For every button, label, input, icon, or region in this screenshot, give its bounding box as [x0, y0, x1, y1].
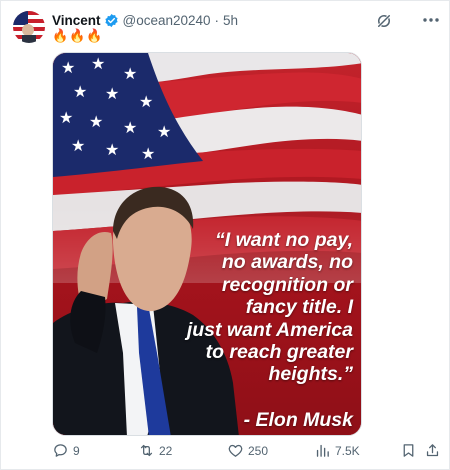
share-icon	[426, 444, 439, 457]
quote-line: recognition or	[221, 273, 353, 296]
quote-line: to reach greater	[205, 341, 353, 364]
svg-text:★: ★	[141, 144, 155, 163]
reply-icon	[54, 444, 67, 457]
quote-line: no awards, no	[221, 251, 353, 274]
repost-icon	[140, 444, 153, 457]
repost-count: 22	[159, 443, 173, 458]
author-handle[interactable]: @ocean20240	[123, 13, 211, 28]
quote-attribution: - Elon Musk	[243, 409, 353, 431]
grok-icon[interactable]	[375, 12, 393, 30]
quote-line: heights.”	[268, 363, 353, 386]
author-name[interactable]: Vincent	[52, 13, 101, 28]
svg-text:★: ★	[73, 82, 87, 101]
verified-badge-icon	[104, 13, 119, 28]
post-image[interactable]: ★ ★ ★ ★ ★ ★ ★ ★ ★ ★ ★ ★ ★ “I want no pay…	[52, 52, 362, 436]
quote-line: fancy title. I	[245, 296, 353, 319]
action-bar: 9 22 250 7.5K	[52, 442, 442, 464]
post-header: Vincent @ocean20240 · 5h	[52, 10, 238, 30]
post-card: Vincent @ocean20240 · 5h 🔥🔥🔥 ★ ★ ★ ★ ★ ★…	[0, 0, 450, 470]
quote-line: “I want no pay,	[215, 229, 353, 251]
bookmark-button[interactable]	[400, 442, 417, 459]
views-button[interactable]: 7.5K	[314, 442, 360, 459]
bookmark-icon	[403, 444, 414, 457]
svg-text:★: ★	[89, 112, 103, 131]
reply-count: 9	[73, 443, 80, 458]
post-text: 🔥🔥🔥	[52, 28, 104, 43]
like-icon	[228, 444, 243, 457]
avatar[interactable]	[13, 11, 45, 43]
svg-text:★: ★	[139, 92, 153, 111]
svg-text:★: ★	[59, 108, 73, 127]
views-count: 7.5K	[335, 443, 360, 458]
quote-line: just want America	[186, 318, 353, 341]
svg-text:★: ★	[157, 122, 171, 141]
post-time[interactable]: 5h	[223, 13, 238, 28]
svg-text:★: ★	[105, 84, 119, 103]
svg-text:★: ★	[123, 118, 137, 137]
like-button[interactable]: 250	[227, 442, 268, 459]
image-quote: “I want no pay, no awards, no recognitio…	[148, 229, 353, 386]
svg-text:★: ★	[61, 58, 75, 77]
share-button[interactable]	[424, 442, 441, 459]
more-icon[interactable]	[421, 11, 441, 29]
svg-text:★: ★	[123, 64, 137, 83]
svg-text:★: ★	[91, 54, 105, 73]
like-count: 250	[248, 443, 269, 458]
separator-dot: ·	[214, 12, 220, 28]
reply-button[interactable]: 9	[52, 442, 80, 459]
repost-button[interactable]: 22	[138, 442, 172, 459]
svg-text:★: ★	[105, 140, 119, 159]
svg-text:★: ★	[71, 136, 85, 155]
views-icon	[316, 444, 329, 457]
